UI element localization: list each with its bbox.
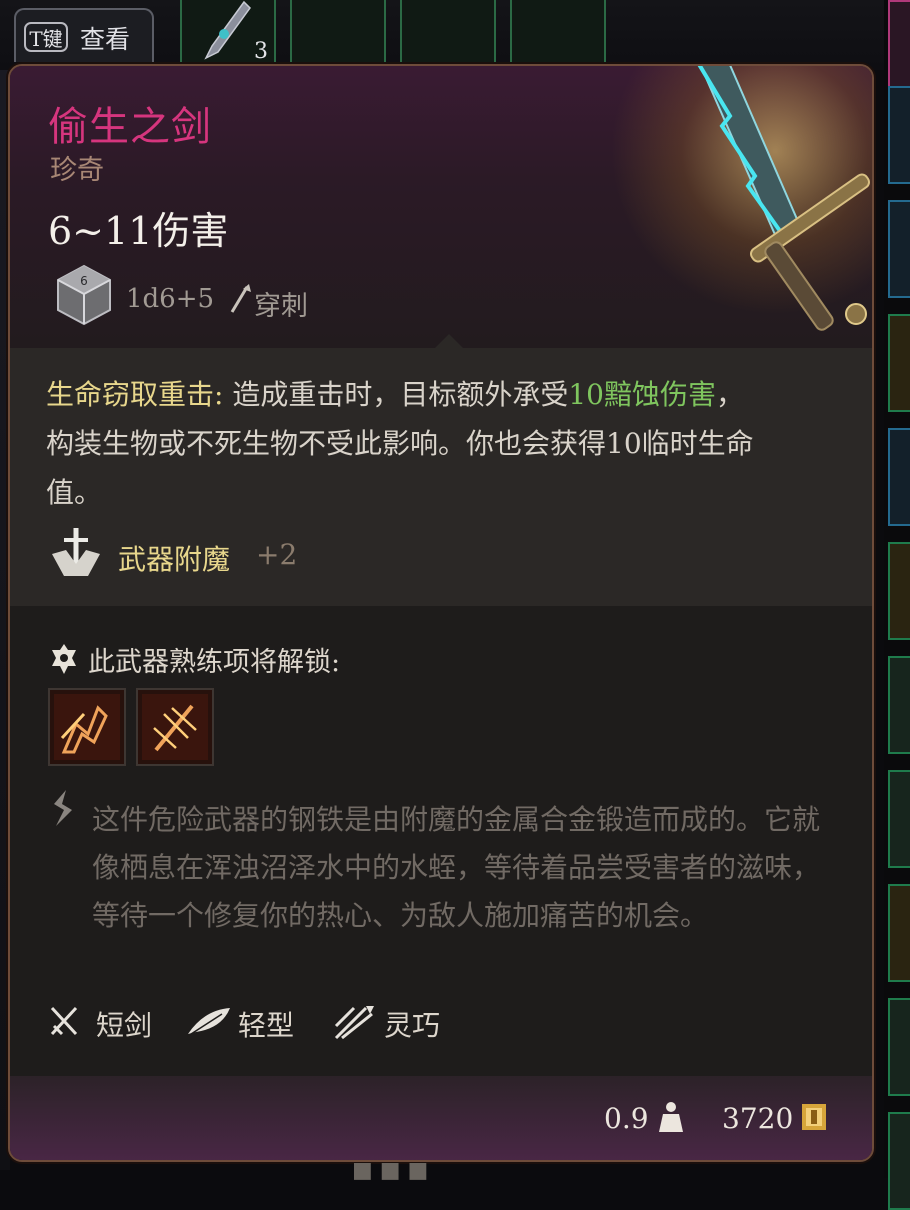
- item-weight: 0.9: [604, 1102, 649, 1135]
- inventory-slot[interactable]: [510, 0, 606, 66]
- dice-formula: 1d6+5: [126, 284, 215, 314]
- inventory-slot[interactable]: [888, 314, 910, 412]
- passive-name: 生命窃取重击:: [46, 378, 224, 411]
- lore-quote-icon: [54, 790, 72, 826]
- weapon-enchantment-icon: [52, 528, 100, 576]
- inventory-slot[interactable]: [888, 656, 910, 754]
- damage-type: 穿刺: [254, 291, 308, 322]
- flavor-text: 这件危险武器的钢铁是由附魔的金属合金锻造而成的。它就像栖息在浑浊沼泽水中的水蛭，…: [92, 803, 821, 932]
- piercing-icon: [230, 284, 251, 313]
- weapon-action-1[interactable]: [48, 688, 126, 766]
- inventory-slot[interactable]: [888, 542, 910, 640]
- feather-icon: [187, 1008, 230, 1037]
- section-notch: [435, 334, 463, 348]
- svg-text:6: 6: [80, 274, 88, 288]
- crossed-swords-icon: [50, 1006, 78, 1036]
- inventory-slot[interactable]: [888, 200, 910, 298]
- inventory-slot[interactable]: [888, 1112, 910, 1210]
- finesse-icon: [334, 1006, 374, 1040]
- enchantment-value: +2: [256, 538, 298, 571]
- examine-hotkey-tab[interactable]: T键 查看: [14, 8, 154, 62]
- tooltip-header: 偷生之剑 珍奇 6~11伤害 6 1d6+5 穿刺: [10, 66, 872, 348]
- inventory-slot[interactable]: [888, 0, 910, 98]
- weapon-action-2[interactable]: [136, 688, 214, 766]
- inventory-slot[interactable]: [888, 770, 910, 868]
- inventory-slot[interactable]: [888, 86, 910, 184]
- inventory-slot[interactable]: [400, 0, 496, 66]
- stack-count: 3: [254, 39, 268, 64]
- passive-text: 造成重击时，目标额外承受: [223, 378, 569, 411]
- sword-icon: [697, 66, 870, 331]
- proficiency-icon: [52, 644, 76, 674]
- inventory-slot[interactable]: [290, 0, 386, 66]
- inventory-slot[interactable]: [888, 998, 910, 1096]
- weight-icon: [659, 1102, 683, 1132]
- proficiency-label: 此武器熟练项将解锁:: [88, 647, 341, 678]
- background-text: ■ ■ ■: [352, 1158, 429, 1183]
- property-light: 轻型: [238, 1009, 295, 1042]
- property-finesse: 灵巧: [384, 1009, 441, 1042]
- inventory-slot[interactable]: 3: [180, 0, 276, 66]
- item-rarity: 珍奇: [50, 155, 104, 186]
- item-value: 3720: [722, 1102, 794, 1135]
- passive-damage-highlight: 10黯蚀伤害: [568, 378, 716, 411]
- examine-label: 查看: [80, 25, 131, 54]
- inventory-slot[interactable]: [888, 428, 910, 526]
- property-short-sword: 短剑: [96, 1009, 153, 1042]
- hotkey-key-badge: T键: [24, 22, 68, 52]
- damage-range: 6~11伤害: [48, 209, 229, 253]
- enchantment-label: 武器附魔: [118, 543, 231, 576]
- gold-coin-icon: [802, 1104, 826, 1130]
- piercing-strike-action-icon: [142, 694, 208, 760]
- inventory-slot[interactable]: [888, 884, 910, 982]
- dice-icon: 6: [57, 264, 111, 326]
- item-tooltip: 偷生之剑 珍奇 6~11伤害 6 1d6+5 穿刺 生命窃取重击: 造成重击时，…: [8, 64, 874, 1162]
- passive-description: 生命窃取重击: 造成重击时，目标额外承受10黯蚀伤害，构装生物或不死生物不受此影…: [46, 370, 766, 517]
- item-name: 偷生之剑: [48, 104, 212, 150]
- lacerate-action-icon: [54, 694, 120, 760]
